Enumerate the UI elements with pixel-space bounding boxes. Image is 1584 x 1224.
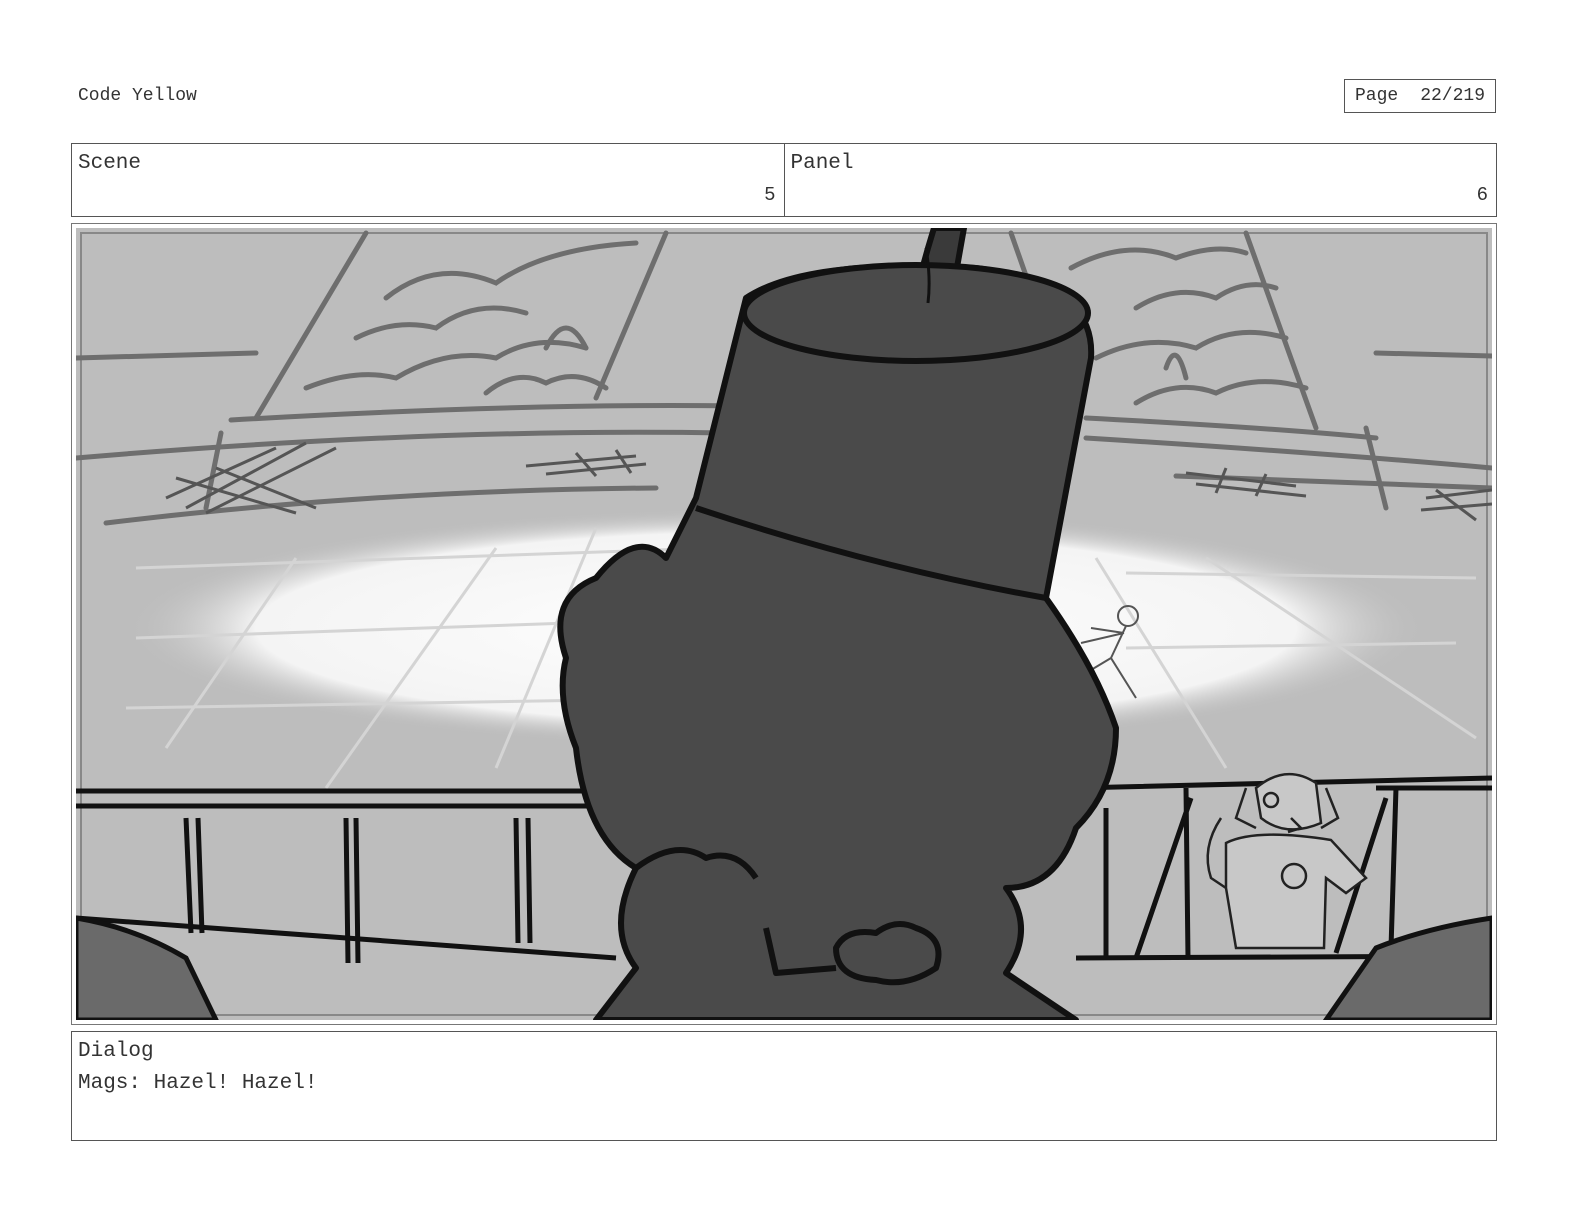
project-title: Code Yellow: [78, 86, 197, 106]
scene-cell: Scene 5: [72, 144, 784, 216]
storyboard-frame: [71, 223, 1497, 1025]
dialog-box: Dialog Mags: Hazel! Hazel!: [71, 1031, 1497, 1141]
dialog-text: Mags: Hazel! Hazel!: [78, 1072, 318, 1095]
panel-cell: Panel 6: [783, 144, 1497, 216]
scene-label: Scene: [78, 152, 142, 175]
scene-number: 5: [764, 184, 776, 206]
page-number: 22/219: [1420, 86, 1486, 106]
dialog-label: Dialog: [78, 1040, 154, 1063]
page-indicator: Page 22/219: [1344, 79, 1496, 113]
panel-number: 6: [1476, 184, 1488, 206]
page-label: Page: [1354, 86, 1399, 106]
storyboard-sketch-image: [76, 228, 1492, 1020]
scene-panel-header: Scene 5 Panel 6: [71, 143, 1497, 217]
panel-label: Panel: [790, 152, 854, 175]
